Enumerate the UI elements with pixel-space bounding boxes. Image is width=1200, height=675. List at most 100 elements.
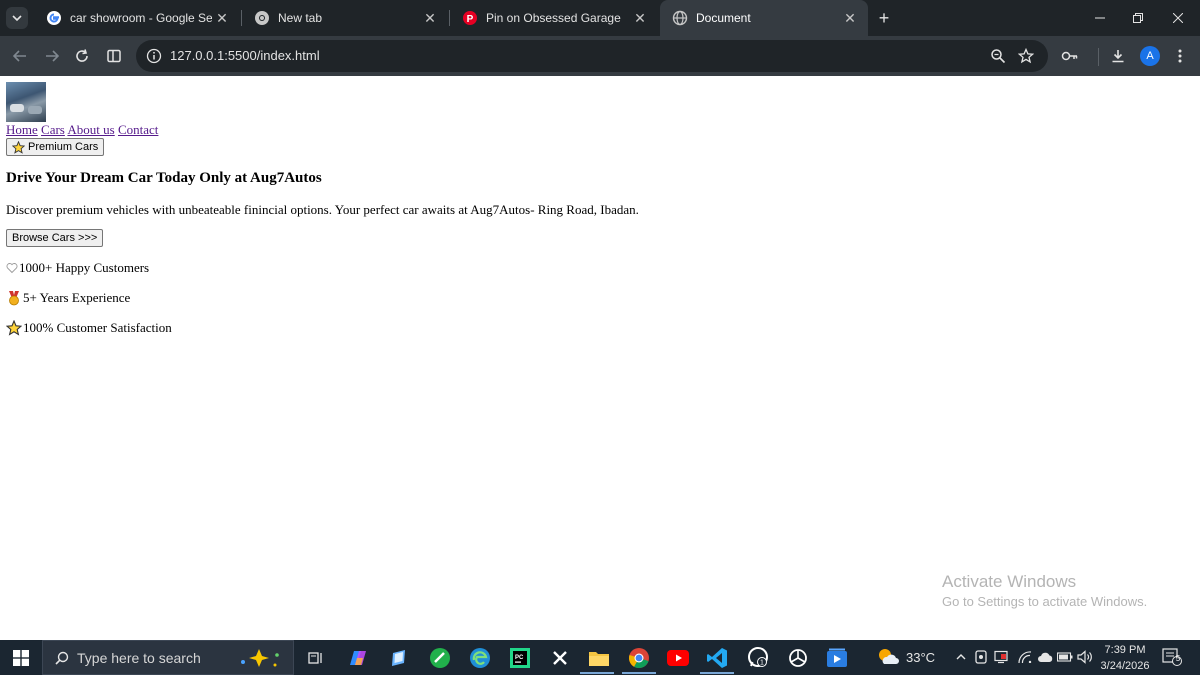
green-app-icon [430, 648, 450, 668]
nav-link-contact[interactable]: Contact [118, 122, 158, 137]
download-icon [1112, 50, 1124, 63]
globe-icon [672, 10, 688, 26]
sparkle-icon [241, 649, 279, 667]
stat-years-experience: 5+ Years Experience [6, 290, 130, 306]
star-icon [12, 140, 25, 154]
taskbar-app-vscode[interactable] [705, 646, 729, 670]
tab-pinterest[interactable]: P Pin on Obsessed Garage ✕ [450, 0, 658, 36]
stat-happy-customers: 1000+ Happy Customers [6, 260, 149, 276]
taskbar-app-whatsapp[interactable]: 1 [746, 646, 770, 670]
arrow-right-icon [46, 50, 59, 62]
nav-link-cars[interactable]: Cars [41, 122, 65, 137]
reload-button[interactable] [70, 44, 94, 68]
back-button[interactable] [8, 44, 32, 68]
show-hidden-icons-button[interactable] [952, 648, 970, 666]
taskbar-search[interactable]: Type here to search [42, 640, 294, 675]
password-manager-button[interactable] [1058, 44, 1082, 68]
close-icon[interactable]: ✕ [420, 8, 440, 28]
stat-text: 5+ Years Experience [23, 290, 131, 305]
device-icon [975, 650, 987, 664]
temperature-text: 33°C [906, 649, 936, 665]
downloads-button[interactable] [1106, 44, 1130, 68]
taskbar-app-chrome[interactable] [627, 646, 651, 670]
nav-link-home[interactable]: Home [6, 122, 38, 137]
vscode-icon [707, 648, 727, 668]
tab-google-search[interactable]: car showroom - Google Search ✕ [34, 0, 240, 36]
task-view-button[interactable] [304, 646, 328, 670]
forward-button[interactable] [40, 44, 64, 68]
premium-cars-button[interactable]: Premium Cars [6, 138, 105, 156]
chrome-icon [254, 10, 270, 26]
taskbar-app-media[interactable] [825, 646, 849, 670]
stat-customer-satisfaction: 100% Customer Satisfaction [6, 320, 172, 336]
tray-network-icon[interactable] [1016, 648, 1034, 666]
bookmark-star-icon[interactable] [1016, 46, 1036, 66]
svg-text:PC: PC [515, 655, 524, 661]
taskbar-app-edge[interactable] [468, 646, 492, 670]
tray-volume-icon[interactable] [1076, 648, 1094, 666]
svg-text:P: P [467, 14, 474, 25]
address-bar[interactable]: 127.0.0.1:5500/index.html [136, 40, 1048, 72]
restore-button[interactable] [1116, 0, 1160, 36]
start-button[interactable] [0, 640, 42, 675]
close-window-button[interactable] [1156, 0, 1200, 36]
close-icon[interactable]: ✕ [212, 8, 232, 28]
pycharm-icon: PC [510, 648, 530, 668]
notification-count: 5 [1175, 654, 1181, 663]
taskbar-app-chatgpt[interactable] [786, 646, 810, 670]
activate-windows-subtitle: Go to Settings to activate Windows. [942, 594, 1148, 609]
chevron-down-icon [12, 15, 22, 22]
tab-document[interactable]: Document ✕ [660, 0, 868, 36]
browse-cars-label: Browse Cars >>> [12, 232, 98, 244]
browse-cars-button[interactable]: Browse Cars >>> [6, 229, 104, 247]
running-app-indicator [580, 672, 614, 674]
partly-sunny-icon [879, 649, 899, 664]
activate-windows-title: Activate Windows [942, 572, 1077, 591]
tray-device-icon[interactable] [972, 648, 990, 666]
taskbar-app-youtube[interactable] [666, 646, 690, 670]
taskbar-app-file-explorer[interactable] [587, 646, 611, 670]
system-clock[interactable]: 7:39 PM 3/24/2026 [1096, 642, 1154, 674]
zoom-icon[interactable] [988, 46, 1008, 66]
notification-center-button[interactable]: 5 [1162, 648, 1182, 666]
toolbar-separator [1098, 48, 1099, 66]
premium-cars-label: Premium Cars [28, 141, 99, 153]
url-text[interactable]: 127.0.0.1:5500/index.html [170, 48, 320, 63]
taskbar-app-pycharm[interactable]: PC [508, 646, 532, 670]
speaker-icon [1077, 650, 1092, 664]
tab-title: Pin on Obsessed Garage [486, 11, 621, 25]
tray-security-icon[interactable] [992, 648, 1010, 666]
new-tab-button[interactable]: + [874, 8, 894, 28]
close-icon [1173, 13, 1183, 23]
close-icon[interactable]: ✕ [840, 8, 860, 28]
chevron-up-icon [956, 654, 966, 660]
taskbar-app-notes[interactable] [387, 646, 411, 670]
tab-new-tab[interactable]: New tab ✕ [242, 0, 448, 36]
site-logo [6, 82, 46, 122]
running-app-indicator [622, 672, 656, 674]
split-view-icon [107, 49, 121, 63]
chatgpt-icon [789, 649, 807, 667]
notes-app-icon [392, 650, 405, 666]
cloud-icon [1038, 652, 1053, 662]
weather-widget[interactable]: 33°C [876, 646, 935, 668]
site-info-icon[interactable] [146, 48, 162, 64]
tab-title: Document [696, 11, 751, 25]
tray-cloud-icon[interactable] [1036, 648, 1054, 666]
taskbar-app-x[interactable] [548, 646, 572, 670]
google-icon [46, 10, 62, 26]
reload-icon [76, 49, 88, 62]
tab-search-button[interactable] [6, 7, 28, 29]
browser-menu-button[interactable] [1168, 44, 1192, 68]
tray-battery-icon[interactable] [1056, 648, 1074, 666]
whatsapp-icon: 1 [748, 647, 768, 667]
stat-text: 1000+ Happy Customers [19, 260, 150, 275]
split-view-button[interactable] [102, 44, 126, 68]
task-view-icon [308, 652, 322, 664]
close-icon[interactable]: ✕ [630, 8, 650, 28]
youtube-icon [667, 650, 689, 666]
taskbar-app-green[interactable] [428, 646, 452, 670]
nav-link-about-us[interactable]: About us [67, 122, 114, 137]
taskbar-app-copilot[interactable] [346, 646, 370, 670]
profile-avatar[interactable]: A [1140, 46, 1160, 66]
